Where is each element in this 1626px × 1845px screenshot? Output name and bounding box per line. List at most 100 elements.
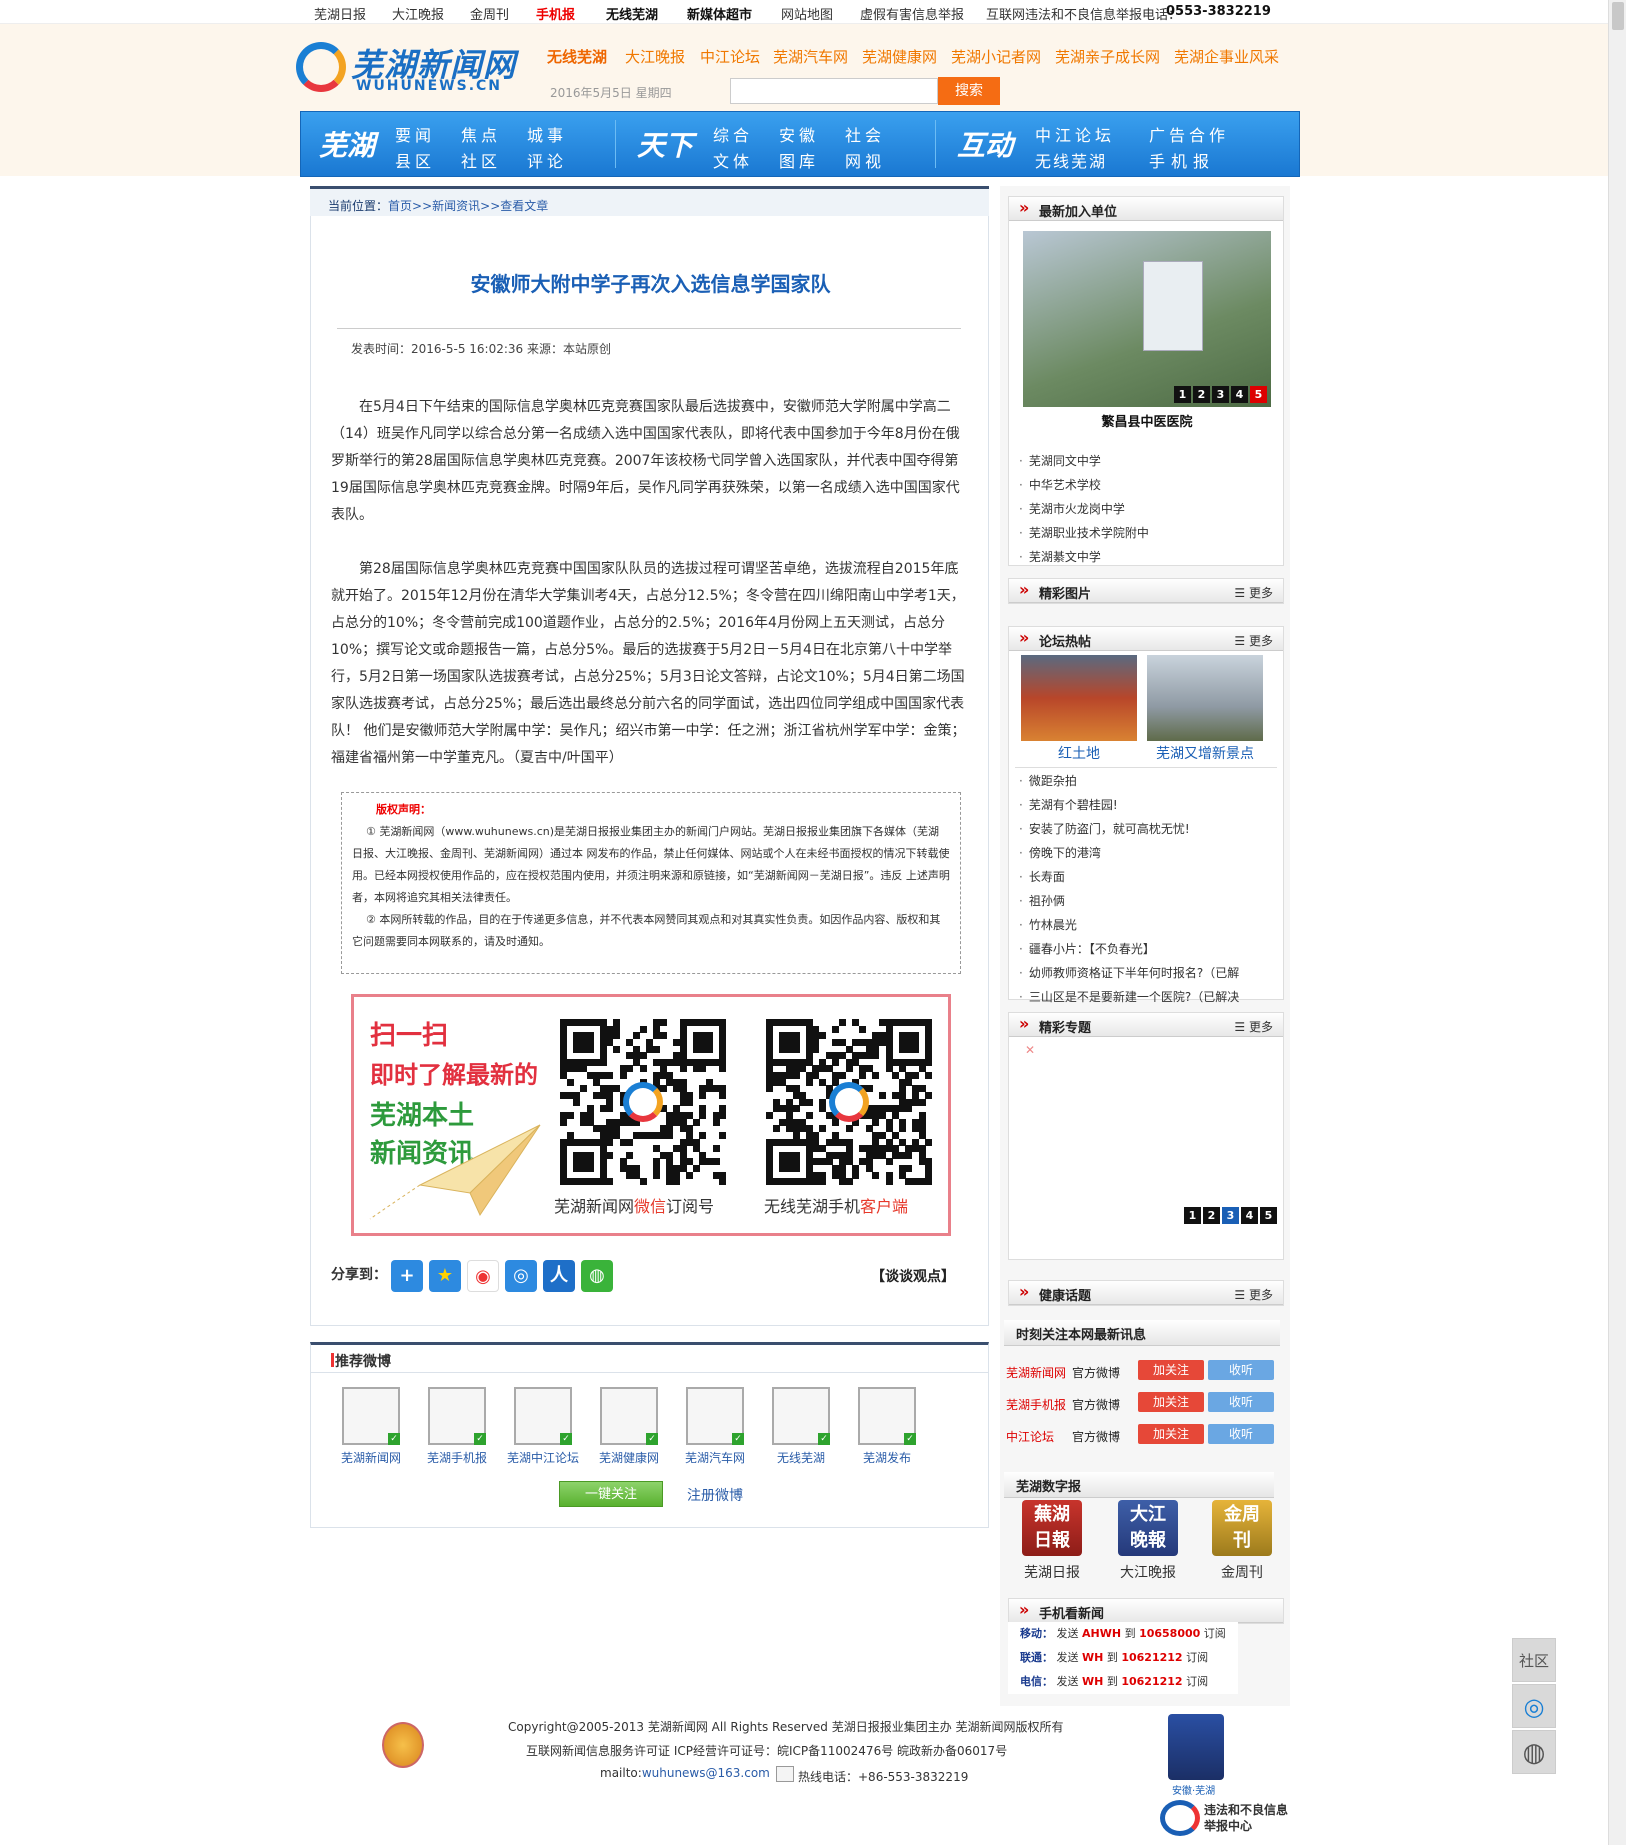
nav-item-focus[interactable]: 焦点	[461, 122, 501, 146]
nav-item-anhui[interactable]: 安徽	[779, 122, 819, 146]
weibo-account[interactable]: ✓ 芜湖中江论坛	[503, 1387, 583, 1466]
float-community-button[interactable]: 社区	[1512, 1638, 1556, 1682]
site-link-enterprise[interactable]: 芜湖企事业风采	[1174, 46, 1279, 67]
stats-icon[interactable]	[776, 1766, 794, 1782]
top-link-jinzhoukan[interactable]: 金周刊	[470, 4, 509, 23]
nav-item-comment[interactable]: 评论	[527, 148, 567, 172]
search-button[interactable]: 搜索	[938, 77, 1000, 105]
police-badge-icon[interactable]	[382, 1722, 424, 1768]
paper-dajiang-icon[interactable]: 大江 晚報	[1118, 1500, 1178, 1556]
paper-caption[interactable]: 芜湖日报	[1020, 1562, 1084, 1582]
weibo-account-name[interactable]: 芜湖手机报	[417, 1449, 497, 1466]
breadcrumb-home[interactable]: 首页	[388, 199, 412, 213]
photo-caption[interactable]: 繁昌县中医医院	[1023, 411, 1271, 430]
search-input[interactable]	[730, 78, 938, 104]
list-item[interactable]: 芜湖同文中学	[1019, 449, 1149, 473]
paper-caption[interactable]: 大江晚报	[1116, 1562, 1180, 1582]
top-link-newmedia[interactable]: 新媒体超市	[687, 4, 752, 23]
top-link-wireless[interactable]: 无线芜湖	[606, 4, 658, 23]
site-link-wireless[interactable]: 无线芜湖	[547, 46, 607, 67]
nav-item-culture[interactable]: 文体	[713, 148, 753, 172]
list-item[interactable]: 幼师教师资格证下半年何时报名?（已解	[1019, 961, 1239, 985]
follow-button[interactable]: 加关注	[1138, 1360, 1204, 1380]
pager-item[interactable]: 2	[1203, 1207, 1220, 1224]
weibo-account[interactable]: ✓ 无线芜湖	[761, 1387, 841, 1466]
mail-link[interactable]: wuhunews@163.com	[642, 1766, 770, 1780]
float-logo-icon[interactable]: ◎	[1512, 1684, 1556, 1728]
paper-caption[interactable]: 金周刊	[1212, 1562, 1272, 1582]
share-wechat-icon[interactable]: ◍	[581, 1260, 613, 1292]
list-item[interactable]: 疆春小片：【不负春光】	[1019, 937, 1239, 961]
pager-item[interactable]: 3	[1222, 1207, 1239, 1224]
listen-button[interactable]: 收听	[1208, 1392, 1274, 1412]
follow-account-name[interactable]: 芜湖新闻网	[1006, 1364, 1072, 1381]
discuss-link[interactable]: 【谈谈观点】	[871, 1266, 955, 1286]
nav-item-city[interactable]: 城事	[527, 122, 567, 146]
site-logo[interactable]: 芜湖新闻网 WUHUNEWS.CN	[296, 40, 526, 98]
nav-item-community[interactable]: 社区	[461, 148, 501, 172]
list-item[interactable]: 芜湖有个碧桂园!	[1019, 793, 1239, 817]
pager-item[interactable]: 3	[1212, 386, 1229, 403]
nav-item-ads[interactable]: 广告合作	[1149, 122, 1229, 146]
pager-item[interactable]: 1	[1174, 386, 1191, 403]
nav-item-wireless[interactable]: 无线芜湖	[1035, 148, 1107, 172]
cyber-police-icon[interactable]	[1168, 1714, 1224, 1780]
weibo-account-name[interactable]: 芜湖中江论坛	[503, 1449, 583, 1466]
top-link-mobile-paper[interactable]: 手机报	[536, 4, 575, 23]
hospital-photo[interactable]: 1 2 3 4 5	[1023, 231, 1271, 407]
follow-account-name[interactable]: 中江论坛	[1006, 1428, 1072, 1445]
nav-item-video[interactable]: 网视	[845, 148, 885, 172]
top-link-wuhu-daily[interactable]: 芜湖日报	[314, 4, 366, 23]
share-qzone-icon[interactable]: ★	[429, 1260, 461, 1292]
forum-photo-new-scenery[interactable]	[1147, 655, 1263, 741]
site-link-health[interactable]: 芜湖健康网	[862, 46, 937, 67]
list-item[interactable]: 祖孙俩	[1019, 889, 1239, 913]
scrollbar-thumb[interactable]	[1612, 2, 1624, 30]
list-item[interactable]: 芜湖綦文中学	[1019, 545, 1149, 569]
weibo-account[interactable]: ✓ 芜湖手机报	[417, 1387, 497, 1466]
weibo-account[interactable]: ✓ 芜湖新闻网	[331, 1387, 411, 1466]
weibo-account-name[interactable]: 芜湖新闻网	[331, 1449, 411, 1466]
follow-account-name[interactable]: 芜湖手机报	[1006, 1396, 1072, 1413]
pager-item[interactable]: 5	[1250, 386, 1267, 403]
share-more-icon[interactable]: +	[391, 1260, 423, 1292]
register-weibo-link[interactable]: 注册微博	[687, 1485, 743, 1505]
forum-photo-red-earth[interactable]	[1021, 655, 1137, 741]
paper-jinzhoukan-icon[interactable]: 金周刊	[1212, 1500, 1272, 1556]
report-center-label[interactable]: 违法和不良信息举报中心	[1204, 1802, 1288, 1834]
list-item[interactable]: 傍晚下的港湾	[1019, 841, 1239, 865]
top-link-dajiang[interactable]: 大江晚报	[392, 4, 444, 23]
nav-item-mobile[interactable]: 手机报	[1149, 148, 1215, 172]
nav-item-forum[interactable]: 中江论坛	[1035, 122, 1115, 146]
site-link-reporter[interactable]: 芜湖小记者网	[951, 46, 1041, 67]
breadcrumb-news[interactable]: >>新闻资讯	[412, 199, 480, 213]
pager-item[interactable]: 5	[1260, 1207, 1277, 1224]
list-item[interactable]: 三山区是不是要新建一个医院?（已解决	[1019, 985, 1239, 1009]
breadcrumb-article[interactable]: >>查看文章	[480, 199, 548, 213]
more-link[interactable]: ☰ 更多	[1234, 632, 1273, 649]
more-link[interactable]: ☰ 更多	[1234, 1018, 1273, 1035]
list-item[interactable]: 芜湖市火龙岗中学	[1019, 497, 1149, 521]
nav-item-society[interactable]: 社会	[845, 122, 885, 146]
nav-item-general[interactable]: 综合	[713, 122, 753, 146]
weibo-account[interactable]: ✓ 芜湖汽车网	[675, 1387, 755, 1466]
nav-item-counties[interactable]: 县区	[395, 148, 435, 172]
list-item[interactable]: 微距杂拍	[1019, 769, 1239, 793]
list-item[interactable]: 芜湖职业技术学院附中	[1019, 521, 1149, 545]
pager-item[interactable]: 2	[1193, 386, 1210, 403]
more-link[interactable]: ☰ 更多	[1234, 584, 1273, 601]
weibo-account-name[interactable]: 无线芜湖	[761, 1449, 841, 1466]
top-link-sitemap[interactable]: 网站地图	[781, 4, 833, 23]
pager-item[interactable]: 1	[1184, 1207, 1201, 1224]
list-item[interactable]: 长寿面	[1019, 865, 1239, 889]
share-weibo-icon[interactable]: ◉	[467, 1260, 499, 1292]
pager-item[interactable]: 4	[1231, 386, 1248, 403]
follow-all-button[interactable]: 一键关注	[559, 1481, 663, 1507]
site-link-parenting[interactable]: 芜湖亲子成长网	[1055, 46, 1160, 67]
site-link-dajiang[interactable]: 大江晚报	[625, 46, 685, 67]
more-link[interactable]: ☰ 更多	[1234, 1286, 1273, 1303]
pager-item[interactable]: 4	[1241, 1207, 1258, 1224]
list-item[interactable]: 中华艺术学校	[1019, 473, 1149, 497]
forum-photo-caption[interactable]: 芜湖又增新景点	[1147, 743, 1263, 763]
paper-wuhu-daily-icon[interactable]: 蕪湖 日報	[1022, 1500, 1082, 1556]
